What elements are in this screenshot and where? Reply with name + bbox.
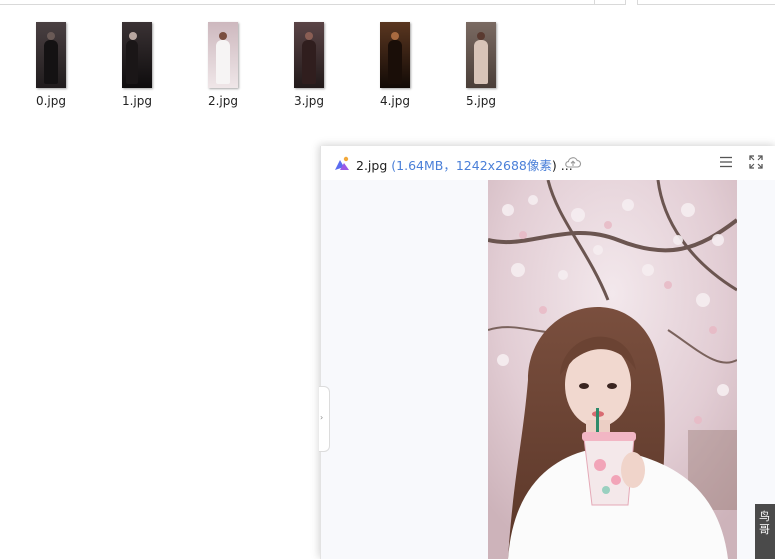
image-preview-window: 2.jpg (1.64MB，1242x2688像素) ... › <box>319 146 775 559</box>
toolbar-button[interactable] <box>595 0 626 5</box>
file-item-5[interactable]: 5.jpg <box>451 22 511 108</box>
corner-tag[interactable]: 鸟哥 <box>755 504 775 559</box>
file-name: 4.jpg <box>379 94 411 108</box>
preview-photo-art <box>488 180 737 559</box>
search-box[interactable] <box>637 0 775 5</box>
file-thumbnail <box>122 22 152 88</box>
preview-dimensions: 1242x2688像素 <box>455 158 552 173</box>
preview-open-paren: ( <box>387 158 397 173</box>
file-item-3[interactable]: 3.jpg <box>279 22 339 108</box>
file-name: 3.jpg <box>293 94 325 108</box>
preview-header: 2.jpg (1.64MB，1242x2688像素) ... <box>321 146 775 180</box>
file-item-4[interactable]: 4.jpg <box>365 22 425 108</box>
menu-icon[interactable] <box>719 155 733 169</box>
file-thumbnail <box>294 22 324 88</box>
file-item-0[interactable]: 0.jpg <box>21 22 81 108</box>
collapse-handle[interactable]: › <box>319 386 330 452</box>
preview-filename: 2.jpg <box>356 158 388 173</box>
toolbar-strip <box>0 0 775 5</box>
file-item-1[interactable]: 1.jpg <box>107 22 167 108</box>
chevron-right-icon: › <box>320 413 324 422</box>
file-thumbnail <box>466 22 496 88</box>
preview-filesize: 1.64MB <box>396 158 444 173</box>
preview-separator: ， <box>443 158 456 173</box>
preview-title: 2.jpg (1.64MB，1242x2688像素) ... <box>356 155 573 174</box>
address-bar[interactable] <box>0 0 595 5</box>
file-item-2[interactable]: 2.jpg <box>193 22 253 108</box>
file-name: 1.jpg <box>121 94 153 108</box>
file-name: 2.jpg <box>207 94 239 108</box>
image-viewer-icon <box>335 156 349 170</box>
file-thumbnail <box>208 22 238 88</box>
cloud-upload-icon[interactable] <box>564 154 582 170</box>
file-name: 5.jpg <box>465 94 497 108</box>
preview-image[interactable] <box>488 180 737 559</box>
fullscreen-icon[interactable] <box>749 155 763 169</box>
file-thumbnail <box>380 22 410 88</box>
file-thumbnail <box>36 22 66 88</box>
file-name: 0.jpg <box>35 94 67 108</box>
